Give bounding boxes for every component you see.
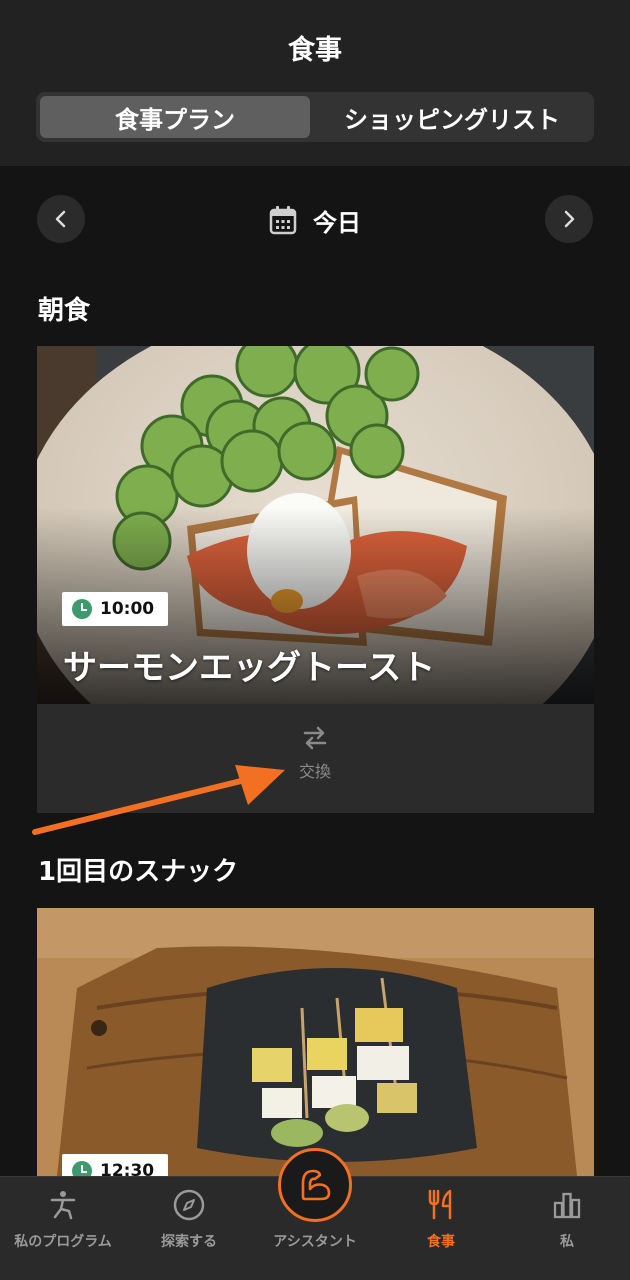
time-badge: 10:00 [62, 592, 169, 626]
header: 食事 食事プラン ショッピングリスト [0, 0, 630, 166]
meal-name: サーモンエッグトースト [63, 648, 436, 688]
tab-label: 探索する [161, 1234, 217, 1250]
page-title: 食事 [288, 35, 342, 66]
section-title-breakfast: 朝食 [38, 296, 91, 326]
tab-me[interactable]: 私 [504, 1187, 630, 1267]
clock-icon [72, 599, 92, 619]
tab-label: アシスタント [273, 1234, 357, 1250]
meal-time: 12:30 [100, 1161, 155, 1176]
clock-icon [72, 1161, 92, 1176]
meal-time: 10:00 [100, 599, 155, 619]
assistant-fab[interactable] [278, 1148, 352, 1222]
chevron-left-icon [55, 210, 66, 228]
next-day-button[interactable] [545, 195, 593, 243]
tab-label: 食事 [427, 1234, 455, 1250]
flexed-arm-icon [301, 1169, 331, 1201]
tab-shopping-list[interactable]: ショッピングリスト [314, 96, 590, 138]
tab-meal-plan[interactable]: 食事プラン [40, 96, 310, 138]
meal-card-breakfast[interactable]: 10:00 サーモンエッグトースト 交換 [37, 346, 594, 813]
tab-label: 私 [560, 1234, 574, 1250]
segmented-control: 食事プラン ショッピングリスト [36, 92, 594, 142]
meal-card-snack[interactable]: 12:30 [37, 908, 594, 1176]
time-badge: 12:30 [62, 1154, 169, 1176]
annotation-arrow [32, 765, 285, 835]
fork-knife-icon [428, 1189, 452, 1220]
meal-photo [37, 908, 594, 1176]
section-title-snack: 1回目のスナック [38, 857, 239, 887]
compass-icon [173, 1189, 205, 1221]
tab-meals[interactable]: 食事 [378, 1187, 504, 1267]
date-label[interactable]: 今日 [313, 203, 361, 238]
tab-label: 私のプログラム [14, 1234, 112, 1250]
prev-day-button[interactable] [37, 195, 85, 243]
date-selector: 今日 [0, 200, 630, 240]
tab-explore[interactable]: 探索する [126, 1187, 252, 1267]
swap-label: 交換 [298, 762, 331, 781]
exercise-figure-icon [50, 1191, 76, 1220]
swap-arrows-icon [303, 726, 327, 750]
bar-chart-icon [553, 1192, 581, 1219]
chevron-right-icon [564, 210, 575, 228]
tab-my-program[interactable]: 私のプログラム [0, 1187, 126, 1267]
calendar-icon [269, 206, 297, 235]
